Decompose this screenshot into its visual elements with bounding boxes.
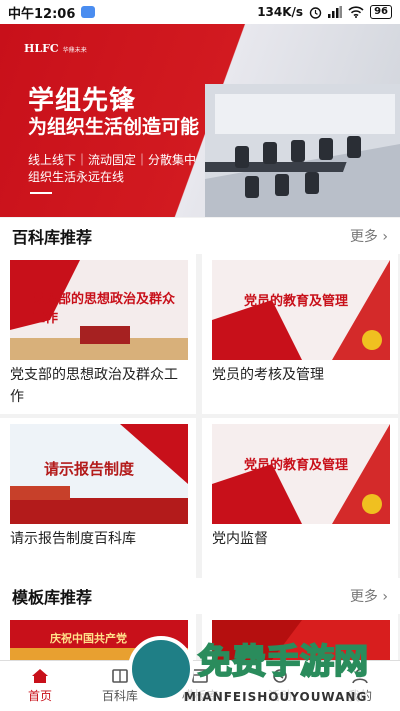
encyclopedia-card[interactable]: 请示报告制度 请示报告制度百科库 — [0, 418, 196, 578]
tab-label: 我的 — [347, 689, 372, 703]
alarm-icon — [309, 6, 322, 19]
tab-label: 模板库 — [181, 689, 218, 703]
tab-activity[interactable]: 活动 — [240, 661, 320, 711]
card-thumbnail: 党员的教育及管理 — [212, 424, 390, 524]
card-thumbnail: 党支部的思想政治及群众工作 — [10, 260, 188, 360]
card-caption: 党支部的思想政治及群众工作 — [10, 367, 178, 405]
banner-tagline-2: 组织生活永远在线 — [28, 170, 125, 184]
promo-banner[interactable]: HLFC 华鼎未来 学组先锋 为组织生活创造可能 线上线下｜流动固定｜分散集中 组… — [0, 24, 400, 217]
thumb-text: 党员的教育及管理 — [244, 458, 349, 473]
card-caption: 请示报告制度百科库 — [10, 531, 136, 547]
tab-profile[interactable]: 我的 — [320, 661, 400, 711]
status-time: 中午12:06 — [8, 6, 76, 22]
template-icon — [192, 669, 208, 683]
home-icon — [32, 669, 48, 683]
thumb-text: 请示报告制度 — [44, 460, 135, 478]
section-title: 模板库推荐 — [12, 588, 93, 607]
more-link[interactable]: 更多 › — [350, 226, 388, 246]
user-icon — [352, 668, 368, 684]
brand-logo: HLFC 华鼎未来 — [24, 42, 87, 55]
tab-label: 活动 — [267, 689, 292, 703]
tab-home[interactable]: 首页 — [0, 661, 80, 711]
card-thumbnail — [212, 620, 390, 660]
encyclopedia-section-header: 百科库推荐 更多 › — [0, 218, 400, 254]
party-supervision-image — [212, 424, 390, 524]
card-thumbnail: 庆祝中国共产党 — [10, 620, 188, 660]
thumb-text: 党支部的思想政治及群众工作 — [32, 292, 176, 326]
banner-subtitle: 为组织生活创造可能 — [28, 116, 200, 138]
encyclopedia-card[interactable]: 党员的教育及管理 党员的考核及管理 — [202, 254, 398, 414]
banner-tagline-1: 线上线下｜流动固定｜分散集中 — [28, 153, 197, 167]
meeting-room-illustration — [205, 84, 400, 217]
app-notification-icon — [81, 6, 96, 18]
card-thumbnail: 请示报告制度 — [10, 424, 188, 524]
battery-icon: 96 — [370, 5, 392, 19]
section-title: 百科库推荐 — [12, 228, 93, 247]
template-card[interactable] — [202, 614, 398, 660]
status-bar: 中午12:06 134K/s 96 — [0, 0, 400, 24]
book-icon — [112, 669, 128, 683]
tab-label: 百科库 — [101, 689, 138, 703]
tab-label: 首页 — [27, 689, 52, 703]
thumb-text: 庆祝中国共产党 — [50, 632, 127, 645]
card-caption: 党内监督 — [212, 531, 268, 547]
card-thumbnail: 党员的教育及管理 — [212, 260, 390, 360]
encyclopedia-card[interactable]: 党支部的思想政治及群众工作 党支部的思想政治及群众工作 — [0, 254, 196, 414]
banner-divider — [30, 192, 52, 194]
template-card[interactable]: 庆祝中国共产党 — [0, 614, 196, 660]
status-right: 134K/s 96 — [257, 5, 392, 19]
tab-templates[interactable]: 模板库 — [160, 661, 240, 711]
thumb-text: 党员的教育及管理 — [244, 294, 349, 309]
tab-encyclopedia[interactable]: 百科库 — [80, 661, 160, 711]
network-speed: 134K/s — [257, 5, 304, 19]
wifi-icon — [348, 6, 364, 18]
party-education-image — [212, 260, 390, 360]
templates-section-header: 模板库推荐 更多 › — [0, 578, 400, 614]
activity-icon — [273, 669, 287, 683]
bottom-tab-bar: 首页 百科库 模板库 活动 我的 — [0, 660, 400, 711]
encyclopedia-grid: 党支部的思想政治及群众工作 党支部的思想政治及群众工作 党员的教育及管理 党员的… — [0, 254, 400, 578]
card-caption: 党员的考核及管理 — [212, 367, 324, 383]
red-flag-image — [212, 620, 390, 660]
encyclopedia-card[interactable]: 党员的教育及管理 党内监督 — [202, 418, 398, 578]
signal-icon — [328, 6, 343, 18]
more-link[interactable]: 更多 › — [350, 586, 388, 606]
